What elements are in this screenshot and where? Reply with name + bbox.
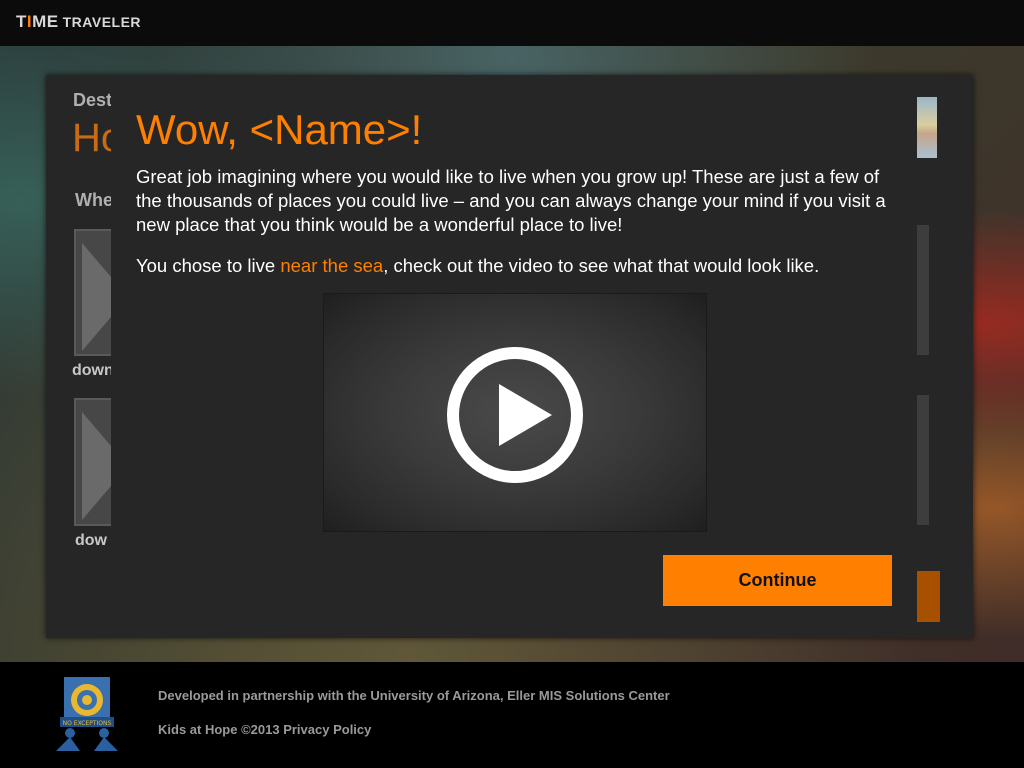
choice-value: near the sea — [280, 255, 384, 276]
destination-label: Dest — [73, 90, 113, 110]
choice-prefix: You chose to live — [136, 255, 281, 276]
no-exceptions-logo-text: NO EXCEPTIONS — [63, 720, 112, 727]
no-exceptions-logo[interactable]: NO EXCEPTIONS — [50, 675, 124, 753]
footer — [0, 662, 1024, 768]
continue-button[interactable]: Continue — [663, 555, 892, 606]
logo-text-traveler: TRAVELER — [62, 14, 142, 30]
copyright-text: Kids at Hope ©2013 — [158, 722, 280, 737]
top-bar: TIME TRAVELER — [0, 0, 1024, 46]
map-thumbnail — [917, 97, 937, 158]
logo-text-me: ME — [32, 12, 59, 31]
time-traveler-logo[interactable]: TIME TRAVELER — [16, 12, 141, 32]
option-caption: down — [72, 362, 114, 379]
modal-title: Wow, <Name>! — [136, 106, 423, 153]
modal-body-text: Great job imagining where you would like… — [136, 166, 886, 235]
option-thumbnail-edge[interactable] — [917, 395, 929, 525]
privacy-policy-link[interactable]: Privacy Policy — [283, 722, 371, 737]
option-thumbnail[interactable] — [74, 229, 128, 356]
destination-question: Whe — [75, 190, 113, 210]
choice-text: You chose to live near the sea, check ou… — [136, 254, 896, 278]
video-player[interactable] — [323, 293, 707, 532]
option-caption: dow — [75, 532, 107, 549]
option-thumbnail-edge[interactable] — [917, 225, 929, 355]
play-icon[interactable] — [446, 346, 584, 484]
footer-links: Kids at Hope ©2013 Privacy Policy — [158, 722, 371, 737]
logo-text-t: T — [16, 12, 27, 31]
option-thumbnail[interactable] — [74, 398, 128, 526]
underlying-button-edge[interactable] — [917, 571, 940, 622]
choice-suffix: , check out the video to see what that w… — [383, 255, 820, 276]
partnership-text: Developed in partnership with the Univer… — [158, 688, 670, 703]
